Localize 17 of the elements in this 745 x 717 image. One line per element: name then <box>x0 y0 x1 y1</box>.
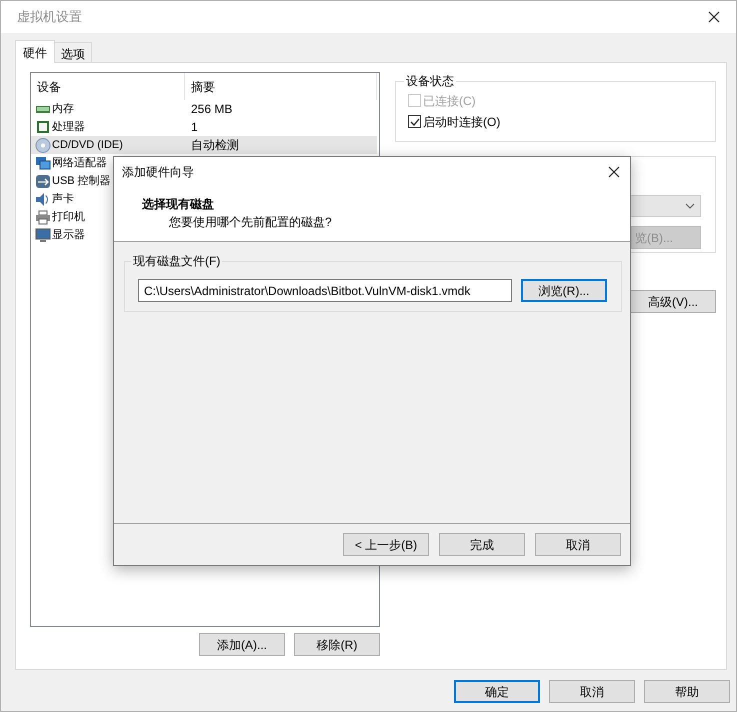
device-name: 显示器 <box>52 228 85 243</box>
device-name: 网络适配器 <box>52 156 107 171</box>
device-name: 处理器 <box>52 120 85 135</box>
window-title: 虚拟机设置 <box>17 8 82 26</box>
wizard-heading: 选择现有磁盘 <box>142 196 214 213</box>
group-title: 设备状态 <box>405 73 455 90</box>
device-name: 内存 <box>52 102 74 117</box>
device-summary: 自动检测 <box>190 137 239 154</box>
device-summary: 1 <box>190 119 198 136</box>
device-name: 声卡 <box>52 192 74 207</box>
device-name: CD/DVD (IDE) <box>52 138 123 153</box>
wizard-subheading: 您要使用哪个先前配置的磁盘? <box>169 214 332 231</box>
device-name: USB 控制器 <box>52 174 111 189</box>
device-name: 打印机 <box>52 210 85 225</box>
group-title: 现有磁盘文件(F) <box>132 253 222 270</box>
dialog-title: 添加硬件向导 <box>122 164 194 181</box>
device-summary: 256 MB <box>190 101 232 118</box>
